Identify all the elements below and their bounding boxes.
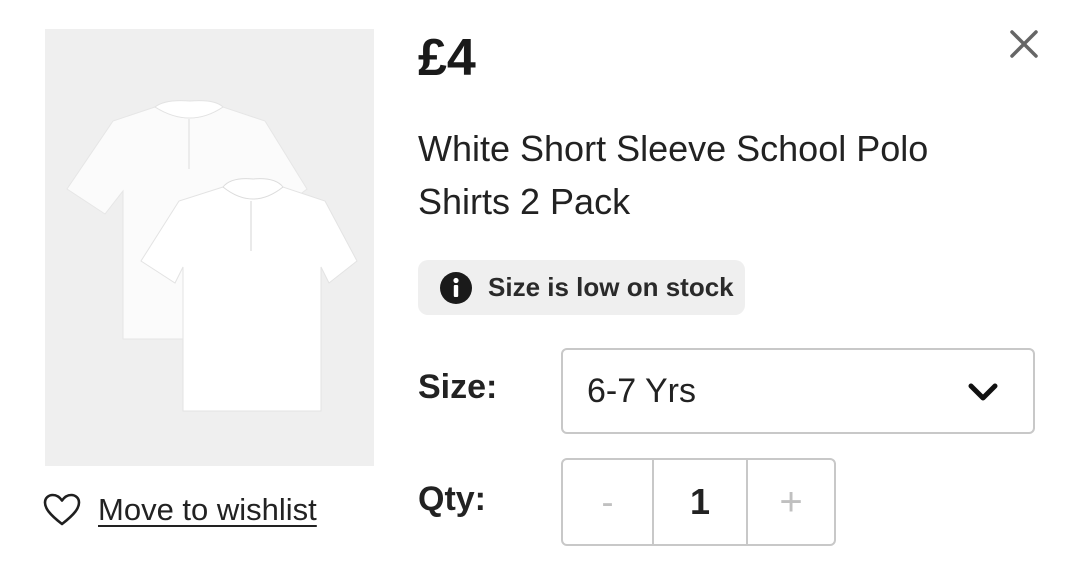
qty-label: Qty: — [418, 480, 486, 518]
chevron-down-icon — [967, 380, 999, 402]
quantity-stepper: - 1 + — [561, 458, 836, 546]
size-selected-value: 6-7 Yrs — [587, 371, 696, 410]
polo-shirts-illustration — [45, 29, 374, 466]
qty-increment-button[interactable]: + — [748, 460, 834, 544]
product-title: White Short Sleeve School Polo Shirts 2 … — [418, 128, 929, 222]
product-image — [45, 29, 374, 466]
qty-decrement-button[interactable]: - — [563, 460, 654, 544]
size-label: Size: — [418, 368, 498, 406]
heart-icon — [43, 493, 81, 527]
low-stock-badge: Size is low on stock — [418, 260, 745, 315]
wishlist-label[interactable]: Move to wishlist — [98, 492, 317, 528]
info-icon — [439, 271, 473, 305]
close-icon[interactable] — [1004, 24, 1044, 64]
stock-text: Size is low on stock — [488, 272, 734, 302]
move-to-wishlist-link[interactable]: Move to wishlist — [43, 488, 317, 532]
close-button[interactable] — [1004, 24, 1044, 64]
size-select[interactable]: 6-7 Yrs — [561, 348, 1035, 434]
qty-value[interactable]: 1 — [654, 460, 748, 544]
product-price: £4 — [418, 29, 476, 87]
